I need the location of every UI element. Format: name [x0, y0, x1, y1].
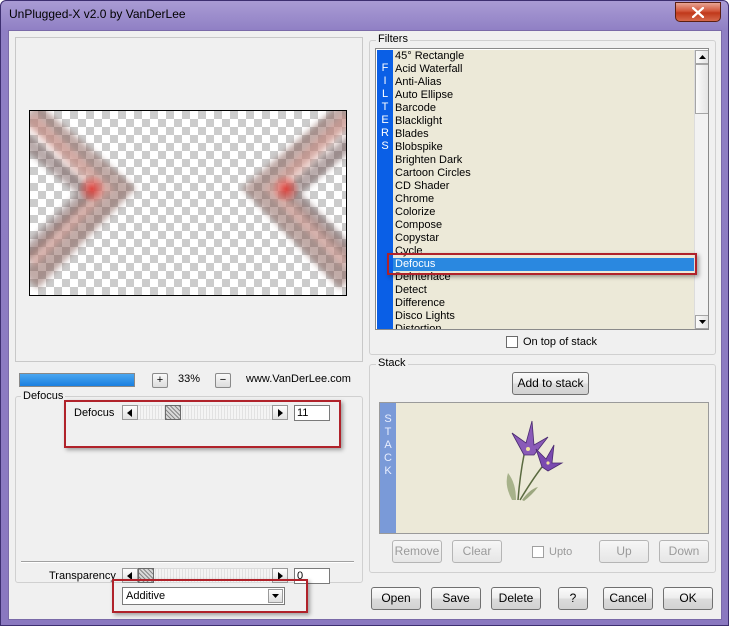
sidebar-letter: L — [381, 88, 389, 100]
filters-list-sidebar: FILTERS — [377, 50, 393, 329]
scroll-thumb[interactable] — [695, 64, 708, 114]
transparency-label: Transparency — [49, 570, 116, 582]
filter-item[interactable]: Compose — [393, 219, 694, 232]
window-title: UnPlugged-X v2.0 by VanDerLee — [9, 7, 186, 21]
filter-item[interactable]: 45° Rectangle — [393, 50, 694, 63]
filters-list[interactable]: FILTERS 45° Rectangle Acid Waterfall Anti-… — [375, 48, 709, 330]
filter-item[interactable]: CD Shader — [393, 180, 694, 193]
filter-item[interactable]: Disco Lights — [393, 310, 694, 323]
separator — [21, 561, 354, 563]
upto-checkbox[interactable] — [532, 546, 544, 558]
flower-watermark — [506, 420, 564, 501]
filter-item[interactable]: Blobspike — [393, 141, 694, 154]
filter-item[interactable]: Distortion — [393, 323, 694, 329]
down-button[interactable]: Down — [659, 540, 709, 563]
render-progress-fill — [20, 374, 134, 386]
filter-item[interactable]: Difference — [393, 297, 694, 310]
sidebar-letter: C — [384, 452, 392, 464]
highlight-blend-mode — [112, 579, 308, 613]
sidebar-letter: S — [381, 140, 389, 152]
ok-button[interactable]: OK — [663, 587, 713, 610]
scroll-up-button[interactable] — [695, 50, 708, 64]
arrow-up-icon — [699, 55, 706, 59]
zoom-out-button[interactable]: − — [215, 373, 231, 388]
zoom-in-button[interactable]: + — [152, 373, 168, 388]
website-link[interactable]: www.VanDerLee.com — [246, 373, 351, 385]
sidebar-letter: F — [381, 62, 389, 74]
sidebar-letter: R — [381, 127, 389, 139]
sidebar-letter: K — [384, 465, 392, 477]
settings-group-label: Defocus — [21, 390, 66, 402]
dialog-client-area: + 33% − www.VanDerLee.com Defocus Defocu… — [8, 30, 722, 620]
up-button[interactable]: Up — [599, 540, 649, 563]
open-button[interactable]: Open — [371, 587, 421, 610]
arrow-down-icon — [699, 320, 706, 324]
close-button[interactable] — [675, 2, 721, 22]
sidebar-letter: T — [384, 426, 392, 438]
help-button[interactable]: ? — [558, 587, 588, 610]
stack-list-sidebar: STACK — [380, 403, 396, 533]
filters-list-items[interactable]: 45° Rectangle Acid Waterfall Anti-Alias Aut… — [393, 50, 694, 329]
sidebar-letter: S — [384, 413, 392, 425]
on-top-label: On top of stack — [523, 336, 597, 348]
filter-item[interactable]: Auto Ellipse — [393, 89, 694, 102]
on-top-checkbox[interactable] — [506, 336, 518, 348]
delete-button[interactable]: Delete — [491, 587, 541, 610]
filter-item[interactable]: Colorize — [393, 206, 694, 219]
upto-label: Upto — [549, 546, 573, 558]
filter-item[interactable]: Detect — [393, 284, 694, 297]
filter-item[interactable]: Anti-Alias — [393, 76, 694, 89]
filter-item[interactable]: Brighten Dark — [393, 154, 694, 167]
highlight-defocus — [64, 400, 341, 448]
filter-item[interactable]: Chrome — [393, 193, 694, 206]
sidebar-letter: T — [381, 101, 389, 113]
remove-button[interactable]: Remove — [392, 540, 442, 563]
filter-item[interactable]: Blades — [393, 128, 694, 141]
title-bar[interactable]: UnPlugged-X v2.0 by VanDerLee — [1, 1, 728, 29]
zoom-level: 33% — [178, 373, 201, 385]
filter-item[interactable]: Cartoon Circles — [393, 167, 694, 180]
highlight-selected-filter — [387, 253, 697, 275]
filter-item[interactable]: Barcode — [393, 102, 694, 115]
preview-image — [30, 111, 346, 289]
preview-panel — [15, 37, 363, 362]
preview-canvas[interactable] — [29, 110, 347, 296]
filters-scrollbar[interactable] — [694, 50, 708, 329]
filter-item[interactable]: Acid Waterfall — [393, 63, 694, 76]
scroll-down-button[interactable] — [695, 315, 708, 329]
sidebar-letter: A — [384, 439, 392, 451]
clear-button[interactable]: Clear — [452, 540, 502, 563]
stack-list[interactable]: STACK — [379, 402, 709, 534]
add-to-stack-button[interactable]: Add to stack — [512, 372, 589, 395]
filters-group-label: Filters — [376, 33, 410, 45]
filter-item[interactable]: Copystar — [393, 232, 694, 245]
close-icon — [692, 6, 704, 18]
filter-item[interactable]: Blacklight — [393, 115, 694, 128]
sidebar-letter: I — [383, 75, 387, 87]
render-progress-bar — [19, 373, 135, 387]
save-button[interactable]: Save — [431, 587, 481, 610]
sidebar-letter: E — [381, 114, 389, 126]
stack-group-label: Stack — [376, 357, 408, 369]
plugin-window: UnPlugged-X v2.0 by VanDerLee + 33% − ww… — [0, 0, 729, 626]
cancel-button[interactable]: Cancel — [603, 587, 653, 610]
